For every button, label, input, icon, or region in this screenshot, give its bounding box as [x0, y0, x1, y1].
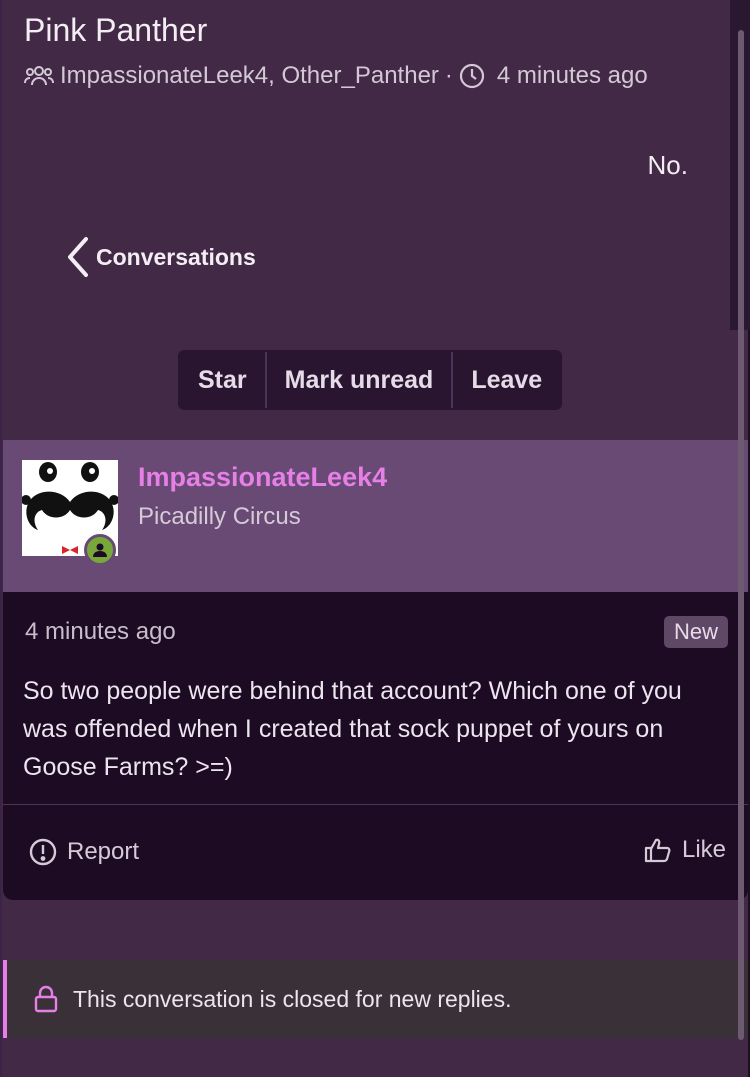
- new-badge: New: [663, 616, 728, 648]
- last-message-preview: No.: [647, 150, 688, 180]
- message-divider: [3, 804, 748, 805]
- author-location: Picadilly Circus: [138, 503, 301, 530]
- meta-separator: ·: [444, 62, 453, 89]
- author-name[interactable]: ImpassionateLeek4: [138, 462, 387, 493]
- like-label: Like: [681, 836, 726, 863]
- like-button[interactable]: Like: [644, 836, 726, 864]
- online-status-icon: [84, 534, 116, 566]
- report-button[interactable]: Report: [29, 838, 139, 866]
- closed-notice-text: This conversation is closed for new repl…: [73, 985, 512, 1012]
- star-button[interactable]: Star: [180, 352, 267, 408]
- thumbs-up-icon: [644, 838, 671, 863]
- back-label: Conversations: [96, 243, 256, 270]
- closed-notice: This conversation is closed for new repl…: [3, 960, 748, 1038]
- mark-unread-button[interactable]: Mark unread: [266, 352, 454, 408]
- clock-icon: [459, 63, 485, 89]
- message-card: 4 minutes ago New So two people were beh…: [3, 590, 748, 900]
- back-to-conversations[interactable]: Conversations: [66, 236, 256, 278]
- conversation-header: [18, 0, 730, 330]
- alert-circle-icon: [29, 838, 57, 866]
- conversation-title: Pink Panther: [24, 12, 208, 48]
- report-label: Report: [67, 838, 140, 865]
- message-body: So two people were behind that account? …: [23, 677, 682, 781]
- users-icon: [24, 66, 54, 86]
- scrollbar[interactable]: [738, 30, 744, 1040]
- lock-icon: [34, 985, 58, 1013]
- conversation-meta: ImpassionateLeek4, Other_Panther · 4 min…: [24, 62, 648, 90]
- leave-button[interactable]: Leave: [453, 352, 561, 408]
- conversation-time: 4 minutes ago: [496, 62, 648, 89]
- message-time[interactable]: 4 minutes ago: [25, 618, 176, 646]
- chevron-left-icon: [68, 237, 88, 277]
- participants[interactable]: ImpassionateLeek4, Other_Panther: [60, 62, 439, 90]
- conversation-actions: Star Mark unread Leave: [178, 350, 563, 410]
